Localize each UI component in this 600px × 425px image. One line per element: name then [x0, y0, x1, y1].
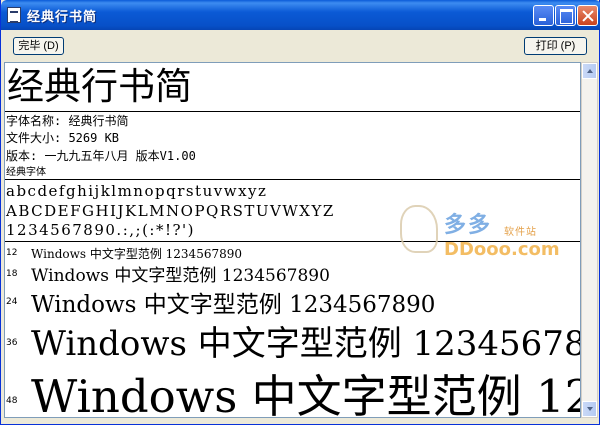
font-name-info: 字体名称: 经典行书简: [6, 114, 129, 128]
scroll-up-icon[interactable]: [582, 63, 597, 79]
charset-lowercase: abcdefghijklmnopqrstuvwxyz: [6, 182, 268, 200]
file-size-info: 文件大小: 5269 KB: [6, 131, 120, 145]
maximize-button[interactable]: [555, 5, 576, 26]
close-button[interactable]: [577, 5, 598, 26]
font-preview-area: 经典行书简 字体名称: 经典行书简 文件大小: 5269 KB 版本: 一九九五…: [4, 62, 581, 418]
font-viewer-window: 经典行书简 完毕 (D) 打印 (P) 经典行书简 字体名称: 经典行书简 文件…: [0, 0, 600, 425]
sample-text: Windows 中文字型范例 1234567890: [31, 247, 243, 261]
done-button[interactable]: 完毕 (D): [13, 37, 64, 55]
scroll-down-icon[interactable]: [582, 401, 597, 417]
charset-digits: 1234567890.:,;(:*!?'): [6, 221, 196, 239]
horse-logo-icon: [400, 205, 438, 253]
sample-text: Windows 中文字型范例 1234567890: [31, 324, 581, 364]
divider: [5, 111, 580, 112]
vertical-scrollbar[interactable]: [581, 62, 598, 418]
font-file-icon: [7, 7, 21, 23]
toolbar: 完毕 (D) 打印 (P): [1, 30, 599, 58]
print-button[interactable]: 打印 (P): [524, 37, 587, 55]
size-label: 12: [6, 248, 18, 258]
size-label: 48: [6, 396, 18, 406]
charset-uppercase: ABCDEFGHIJKLMNOPQRSTUVWXYZ: [6, 202, 335, 220]
sample-text: Windows 中文字型范例 1234567890: [31, 370, 580, 418]
size-label: 24: [6, 297, 18, 307]
family-info: 经典字体: [6, 167, 46, 178]
sample-text: Windows 中文字型范例 1234567890: [31, 266, 330, 286]
watermark-sub: 软件站: [504, 227, 537, 238]
size-label: 36: [6, 338, 18, 348]
sample-text: Windows 中文字型范例 1234567890: [31, 292, 436, 318]
window-title: 经典行书简: [27, 10, 98, 25]
font-name-heading: 经典行书简: [7, 65, 192, 108]
divider: [5, 179, 580, 180]
title-bar[interactable]: 经典行书简: [1, 0, 600, 30]
version-info: 版本: 一九九五年八月 版本V1.00: [6, 149, 196, 163]
size-label: 18: [6, 269, 18, 279]
watermark-brand: 多多: [444, 213, 493, 238]
watermark-domain: DDooo.com: [444, 239, 560, 260]
minimize-button[interactable]: [533, 5, 554, 26]
watermark: 多多 软件站 DDooo.com: [400, 205, 570, 275]
